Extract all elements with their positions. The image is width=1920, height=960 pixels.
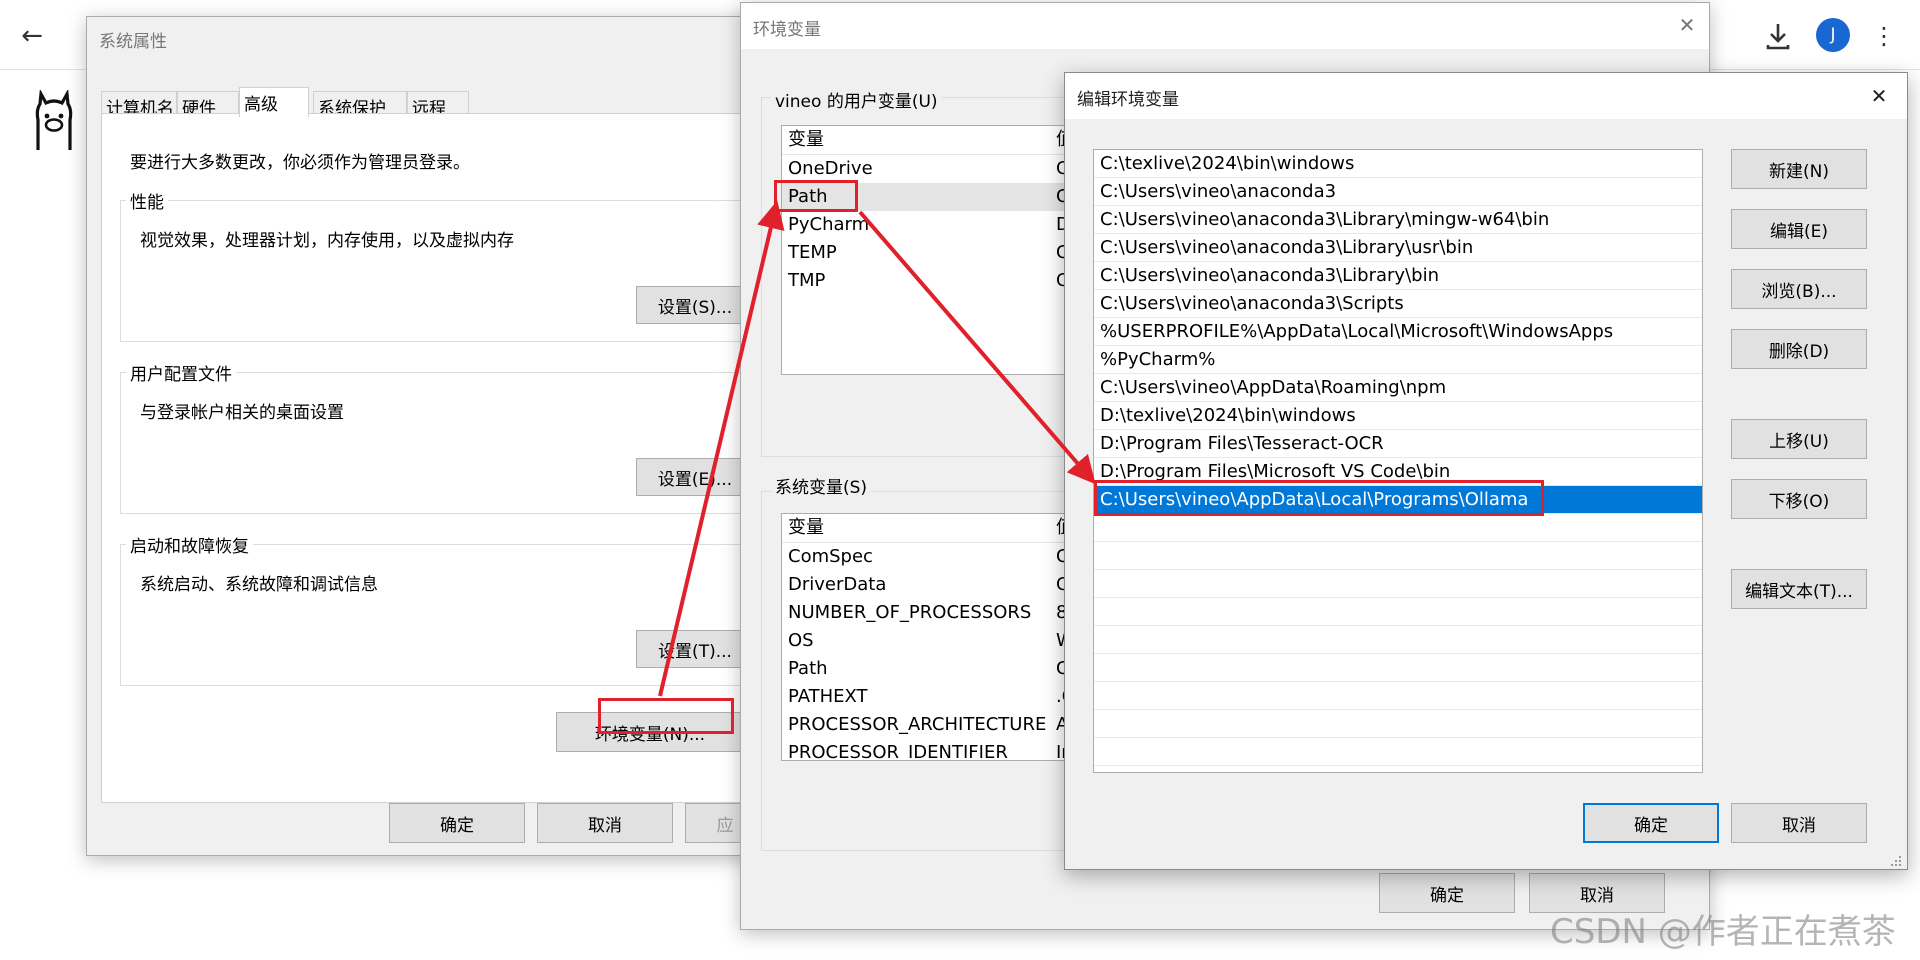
- list-item[interactable]: DriverData C: [782, 571, 1080, 599]
- system-variables-list[interactable]: 变量值 ComSpecC DriverDataC NUMBER_OF_PROCE…: [781, 513, 1081, 761]
- tab-remote[interactable]: 远程: [407, 91, 469, 119]
- ok-button[interactable]: 确定: [389, 803, 525, 843]
- list-item[interactable]: OSW: [782, 627, 1080, 655]
- list-item[interactable]: TMP C: [782, 267, 1080, 295]
- llama-logo: [28, 88, 80, 154]
- empty-list-row[interactable]: [1094, 710, 1702, 738]
- list-item[interactable]: NUMBER_OF_PROCESSORS 8: [782, 599, 1080, 627]
- dialog-title: 环境变量: [753, 20, 821, 40]
- list-item[interactable]: %USERPROFILE%\AppData\Local\Microsoft\Wi…: [1094, 318, 1702, 346]
- variable-name: ComSpec: [788, 546, 873, 567]
- profile-avatar[interactable]: J: [1816, 18, 1850, 52]
- list-item[interactable]: C:\Users\vineo\anaconda3\Library\usr\bin: [1094, 234, 1702, 262]
- cancel-button[interactable]: 取消: [1731, 803, 1867, 843]
- close-icon[interactable]: ✕: [1673, 11, 1701, 39]
- resize-grip-icon[interactable]: [1889, 853, 1903, 867]
- list-item[interactable]: C:\Users\vineo\anaconda3\Library\mingw-w…: [1094, 206, 1702, 234]
- list-item[interactable]: D:\texlive\2024\bin\windows: [1094, 402, 1702, 430]
- empty-list-row[interactable]: [1094, 626, 1702, 654]
- admin-notice: 要进行大多数更改，你必须作为管理员登录。: [130, 153, 470, 173]
- list-item[interactable]: OneDrive C: [782, 155, 1080, 183]
- list-item[interactable]: Path C: [782, 655, 1080, 683]
- variable-name: TMP: [788, 270, 826, 291]
- variable-name: PyCharm: [788, 214, 870, 235]
- edit-titlebar: [1065, 73, 1907, 119]
- highlight-path-variable: [774, 180, 858, 212]
- ok-button[interactable]: 确定: [1583, 803, 1719, 843]
- list-item[interactable]: C:\Users\vineo\anaconda3\Scripts: [1094, 290, 1702, 318]
- column-variable[interactable]: 变量: [788, 514, 1056, 542]
- user-variables-list[interactable]: 变量值 OneDriveC PathC PyCharmD TEMPC TMPC: [781, 125, 1081, 375]
- variable-name: TEMP: [788, 242, 837, 263]
- user-variables-label: vineo 的用户变量(U): [771, 87, 942, 112]
- performance-settings-button[interactable]: 设置(S)...: [636, 286, 754, 324]
- empty-list-row[interactable]: [1094, 542, 1702, 570]
- startup-recovery-description: 系统启动、系统故障和调试信息: [140, 575, 378, 595]
- tab-computer-name[interactable]: 计算机名: [101, 91, 177, 119]
- kebab-menu-icon[interactable]: ⋮: [1872, 18, 1896, 54]
- variable-name: PROCESSOR_IDENTIFIER: [788, 742, 1008, 761]
- dialog-title: 系统属性: [99, 32, 167, 52]
- ok-button[interactable]: 确定: [1379, 873, 1515, 913]
- path-entries-list[interactable]: C:\texlive\2024\bin\windows C:\Users\vine…: [1093, 149, 1703, 773]
- variable-name: PATHEXT: [788, 686, 868, 707]
- highlight-env-button: [598, 698, 734, 734]
- dialog-title: 编辑环境变量: [1077, 90, 1179, 110]
- list-item[interactable]: TEMP C: [782, 239, 1080, 267]
- variable-name: OS: [788, 630, 814, 651]
- watermark: CSDN @作者正在煮茶: [1550, 912, 1896, 952]
- variable-name: DriverData: [788, 574, 887, 595]
- list-item[interactable]: C:\texlive\2024\bin\windows: [1094, 150, 1702, 178]
- env-titlebar: [741, 3, 1709, 49]
- list-item[interactable]: %PyCharm%: [1094, 346, 1702, 374]
- download-icon[interactable]: [1760, 18, 1796, 54]
- performance-description: 视觉效果，处理器计划，内存使用，以及虚拟内存: [140, 231, 514, 251]
- edit-text-button[interactable]: 编辑文本(T)...: [1731, 569, 1867, 609]
- delete-button[interactable]: 删除(D): [1731, 329, 1867, 369]
- close-icon[interactable]: ✕: [1865, 82, 1893, 110]
- list-item[interactable]: C:\Users\vineo\anaconda3: [1094, 178, 1702, 206]
- list-item[interactable]: PATHEXT.C: [782, 683, 1080, 711]
- empty-list-row[interactable]: [1094, 682, 1702, 710]
- list-item[interactable]: PROCESSOR_ARCHITECTURE A: [782, 711, 1080, 739]
- system-variables-label: 系统变量(S): [771, 473, 872, 498]
- move-down-button[interactable]: 下移(O): [1731, 479, 1867, 519]
- tab-hardware[interactable]: 硬件: [177, 91, 239, 119]
- list-header[interactable]: 变量值: [782, 514, 1080, 543]
- tab-advanced[interactable]: 高级: [239, 87, 309, 117]
- user-profiles-settings-button[interactable]: 设置(E)...: [636, 458, 754, 496]
- empty-list-row[interactable]: [1094, 514, 1702, 542]
- startup-recovery-settings-button[interactable]: 设置(T)...: [636, 630, 754, 668]
- variable-name: OneDrive: [788, 158, 873, 179]
- cancel-button[interactable]: 取消: [537, 803, 673, 843]
- list-item[interactable]: PyCharm D: [782, 211, 1080, 239]
- user-profiles-description: 与登录帐户相关的桌面设置: [140, 403, 344, 423]
- list-item[interactable]: D:\Program Files\Tesseract-OCR: [1094, 430, 1702, 458]
- new-button[interactable]: 新建(N): [1731, 149, 1867, 189]
- list-item[interactable]: C:\Users\vineo\AppData\Roaming\npm: [1094, 374, 1702, 402]
- list-item[interactable]: ComSpec C: [782, 543, 1080, 571]
- tab-system-protection[interactable]: 系统保护: [313, 91, 407, 119]
- move-up-button[interactable]: 上移(U): [1731, 419, 1867, 459]
- browse-button[interactable]: 浏览(B)...: [1731, 269, 1867, 309]
- performance-label: 性能: [126, 188, 168, 213]
- empty-list-row[interactable]: [1094, 738, 1702, 766]
- back-button[interactable]: ←: [14, 18, 50, 54]
- startup-recovery-label: 启动和故障恢复: [126, 532, 253, 557]
- column-variable[interactable]: 变量: [788, 126, 1056, 154]
- edit-environment-variable-dialog: 编辑环境变量 ✕ C:\texlive\2024\bin\windows C:\U…: [1064, 72, 1908, 870]
- edit-button[interactable]: 编辑(E): [1731, 209, 1867, 249]
- empty-list-row[interactable]: [1094, 654, 1702, 682]
- list-item[interactable]: C:\Users\vineo\anaconda3\Library\bin: [1094, 262, 1702, 290]
- variable-name: PROCESSOR_ARCHITECTURE: [788, 714, 1047, 735]
- empty-list-row[interactable]: [1094, 570, 1702, 598]
- variable-name: Path: [788, 658, 828, 679]
- list-header[interactable]: 变量值: [782, 126, 1080, 155]
- variable-name: NUMBER_OF_PROCESSORS: [788, 602, 1032, 623]
- list-item[interactable]: PROCESSOR_IDENTIFIERIn: [782, 739, 1080, 761]
- user-profiles-label: 用户配置文件: [126, 360, 236, 385]
- empty-list-row[interactable]: [1094, 598, 1702, 626]
- highlight-ollama-path: [1094, 480, 1544, 516]
